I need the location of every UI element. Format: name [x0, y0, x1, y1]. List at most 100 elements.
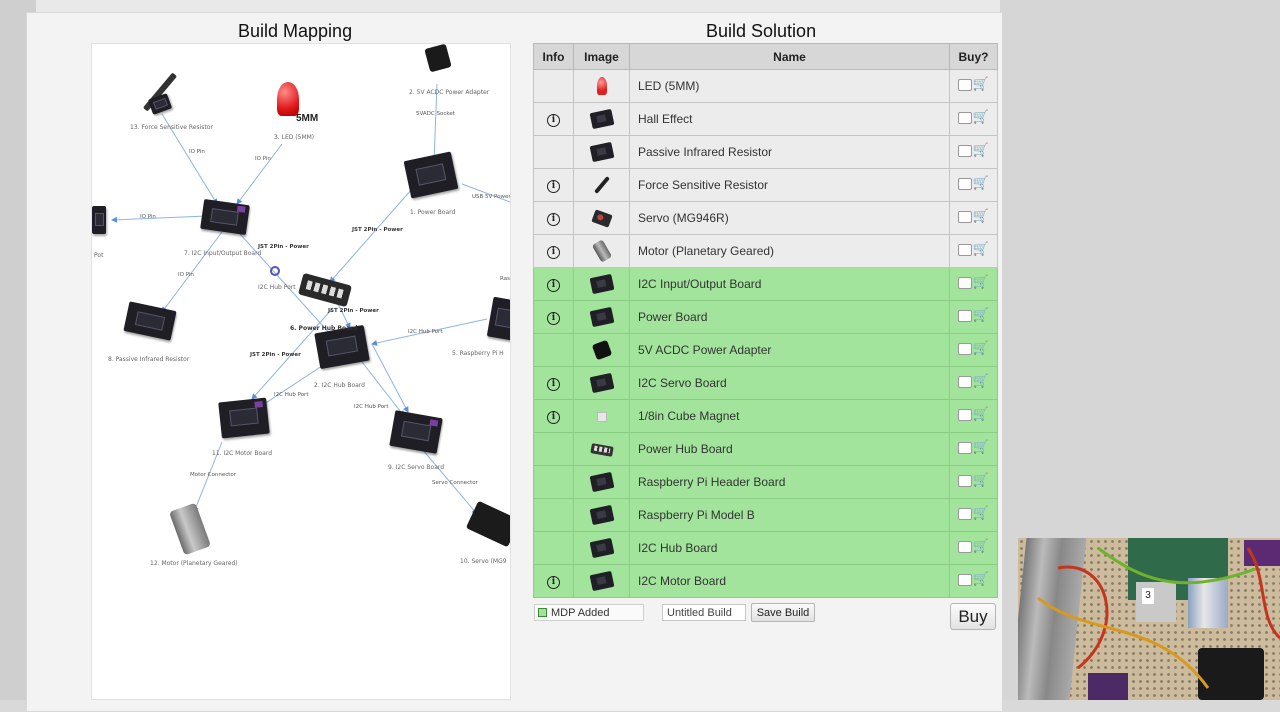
buy-checkbox[interactable]: [957, 210, 972, 223]
info-icon[interactable]: i: [547, 576, 560, 589]
cart-icon[interactable]: 🛒: [973, 408, 989, 421]
led-icon: [596, 77, 607, 95]
buy-checkbox[interactable]: [957, 78, 972, 91]
buy-toggle[interactable]: 🛒: [957, 375, 989, 388]
col-image[interactable]: Image: [573, 43, 630, 70]
buy-toggle[interactable]: 🛒: [957, 309, 989, 322]
buy-checkbox[interactable]: [957, 408, 972, 421]
cart-icon[interactable]: 🛒: [973, 144, 989, 157]
info-icon[interactable]: i: [547, 180, 560, 193]
buy-checkbox[interactable]: [957, 309, 972, 322]
table-row[interactable]: i Power Board 🛒: [533, 300, 998, 334]
cart-icon[interactable]: 🛒: [973, 210, 989, 223]
image-cell: [573, 201, 630, 235]
build-name-input[interactable]: [662, 604, 746, 621]
table-row[interactable]: I2C Hub Board 🛒: [533, 531, 998, 565]
part-name: I2C Servo Board: [629, 366, 950, 400]
edge-label: I2C Hub Port: [408, 329, 443, 335]
info-icon[interactable]: i: [547, 279, 560, 292]
cart-icon[interactable]: 🛒: [973, 474, 989, 487]
table-row[interactable]: i I2C Motor Board 🛒: [533, 564, 998, 598]
offscreen-part[interactable]: [92, 206, 106, 234]
buy-toggle[interactable]: 🛒: [957, 573, 989, 586]
table-row[interactable]: Raspberry Pi Model B 🛒: [533, 498, 998, 532]
io-board-part[interactable]: [200, 198, 250, 236]
buy-toggle[interactable]: 🛒: [957, 276, 989, 289]
buy-cell: 🛒: [949, 168, 998, 202]
buy-checkbox[interactable]: [957, 276, 972, 289]
buy-toggle[interactable]: 🛒: [957, 243, 989, 256]
buy-toggle[interactable]: 🛒: [957, 507, 989, 520]
cart-icon[interactable]: 🛒: [973, 507, 989, 520]
node-label: 2. 5V ACDC Power Adapter: [409, 89, 490, 96]
cart-icon[interactable]: 🛒: [973, 309, 989, 322]
table-row[interactable]: i Motor (Planetary Geared) 🛒: [533, 234, 998, 268]
buy-checkbox[interactable]: [957, 144, 972, 157]
col-name[interactable]: Name: [629, 43, 950, 70]
table-row[interactable]: i Servo (MG946R) 🛒: [533, 201, 998, 235]
cart-icon[interactable]: 🛒: [973, 276, 989, 289]
buy-toggle[interactable]: 🛒: [957, 342, 989, 355]
cart-icon[interactable]: 🛒: [973, 111, 989, 124]
table-row[interactable]: i Force Sensitive Resistor 🛒: [533, 168, 998, 202]
edge-label: I2C Hub Port: [354, 404, 389, 410]
node-label: 12. Motor (Planetary Geared): [150, 560, 238, 567]
buy-checkbox[interactable]: [957, 177, 972, 190]
table-row[interactable]: Power Hub Board 🛒: [533, 432, 998, 466]
table-row[interactable]: 5V ACDC Power Adapter 🛒: [533, 333, 998, 367]
info-icon[interactable]: i: [547, 411, 560, 424]
buy-checkbox[interactable]: [957, 111, 972, 124]
cart-icon[interactable]: 🛒: [973, 78, 989, 91]
buy-toggle[interactable]: 🛒: [957, 144, 989, 157]
info-icon[interactable]: i: [547, 114, 560, 127]
buy-toggle[interactable]: 🛒: [957, 540, 989, 553]
table-row[interactable]: i 1/8in Cube Magnet 🛒: [533, 399, 998, 433]
cart-icon[interactable]: 🛒: [973, 540, 989, 553]
table-row[interactable]: i Hall Effect 🛒: [533, 102, 998, 136]
buy-checkbox[interactable]: [957, 474, 972, 487]
buy-toggle[interactable]: 🛒: [957, 408, 989, 421]
table-row[interactable]: LED (5MM) 🛒: [533, 69, 998, 103]
cart-icon[interactable]: 🛒: [973, 573, 989, 586]
table-row[interactable]: i I2C Servo Board 🛒: [533, 366, 998, 400]
mapping-canvas[interactable]: 13. Force Sensitive Resistor 3. LED (5MM…: [91, 43, 511, 700]
info-icon[interactable]: i: [547, 378, 560, 391]
led-part[interactable]: [277, 82, 299, 116]
buy-toggle[interactable]: 🛒: [957, 441, 989, 454]
buy-button[interactable]: Buy: [950, 603, 996, 630]
cart-icon[interactable]: 🛒: [973, 441, 989, 454]
table-row[interactable]: Passive Infrared Resistor 🛒: [533, 135, 998, 169]
save-build-button[interactable]: Save Build: [751, 603, 815, 622]
buy-checkbox[interactable]: [957, 342, 972, 355]
power-board-icon: [589, 306, 614, 328]
part-name: LED (5MM): [629, 69, 950, 103]
info-icon[interactable]: i: [547, 213, 560, 226]
cart-icon[interactable]: 🛒: [973, 375, 989, 388]
buy-checkbox[interactable]: [957, 441, 972, 454]
cart-icon[interactable]: 🛒: [973, 243, 989, 256]
info-cell: i: [533, 234, 574, 268]
motor-board-part[interactable]: [218, 397, 270, 439]
buy-checkbox[interactable]: [957, 540, 972, 553]
hall-effect-magnet[interactable]: [270, 266, 280, 276]
cart-icon[interactable]: 🛒: [973, 177, 989, 190]
sensor-board-icon: [589, 108, 614, 130]
buy-checkbox[interactable]: [957, 507, 972, 520]
buy-toggle[interactable]: 🛒: [957, 474, 989, 487]
buy-checkbox[interactable]: [957, 375, 972, 388]
info-icon[interactable]: i: [547, 312, 560, 325]
cart-icon[interactable]: 🛒: [973, 342, 989, 355]
buy-toggle[interactable]: 🛒: [957, 177, 989, 190]
table-row[interactable]: i I2C Input/Output Board 🛒: [533, 267, 998, 301]
buy-checkbox[interactable]: [957, 243, 972, 256]
buy-toggle[interactable]: 🛒: [957, 111, 989, 124]
col-info[interactable]: Info: [533, 43, 574, 70]
table-row[interactable]: Raspberry Pi Header Board 🛒: [533, 465, 998, 499]
info-icon[interactable]: i: [547, 246, 560, 259]
part-name: Raspberry Pi Model B: [629, 498, 950, 532]
buy-toggle[interactable]: 🛒: [957, 210, 989, 223]
col-buy[interactable]: Buy?: [949, 43, 998, 70]
buy-checkbox[interactable]: [957, 573, 972, 586]
buy-cell: 🛒: [949, 399, 998, 433]
buy-toggle[interactable]: 🛒: [957, 78, 989, 91]
